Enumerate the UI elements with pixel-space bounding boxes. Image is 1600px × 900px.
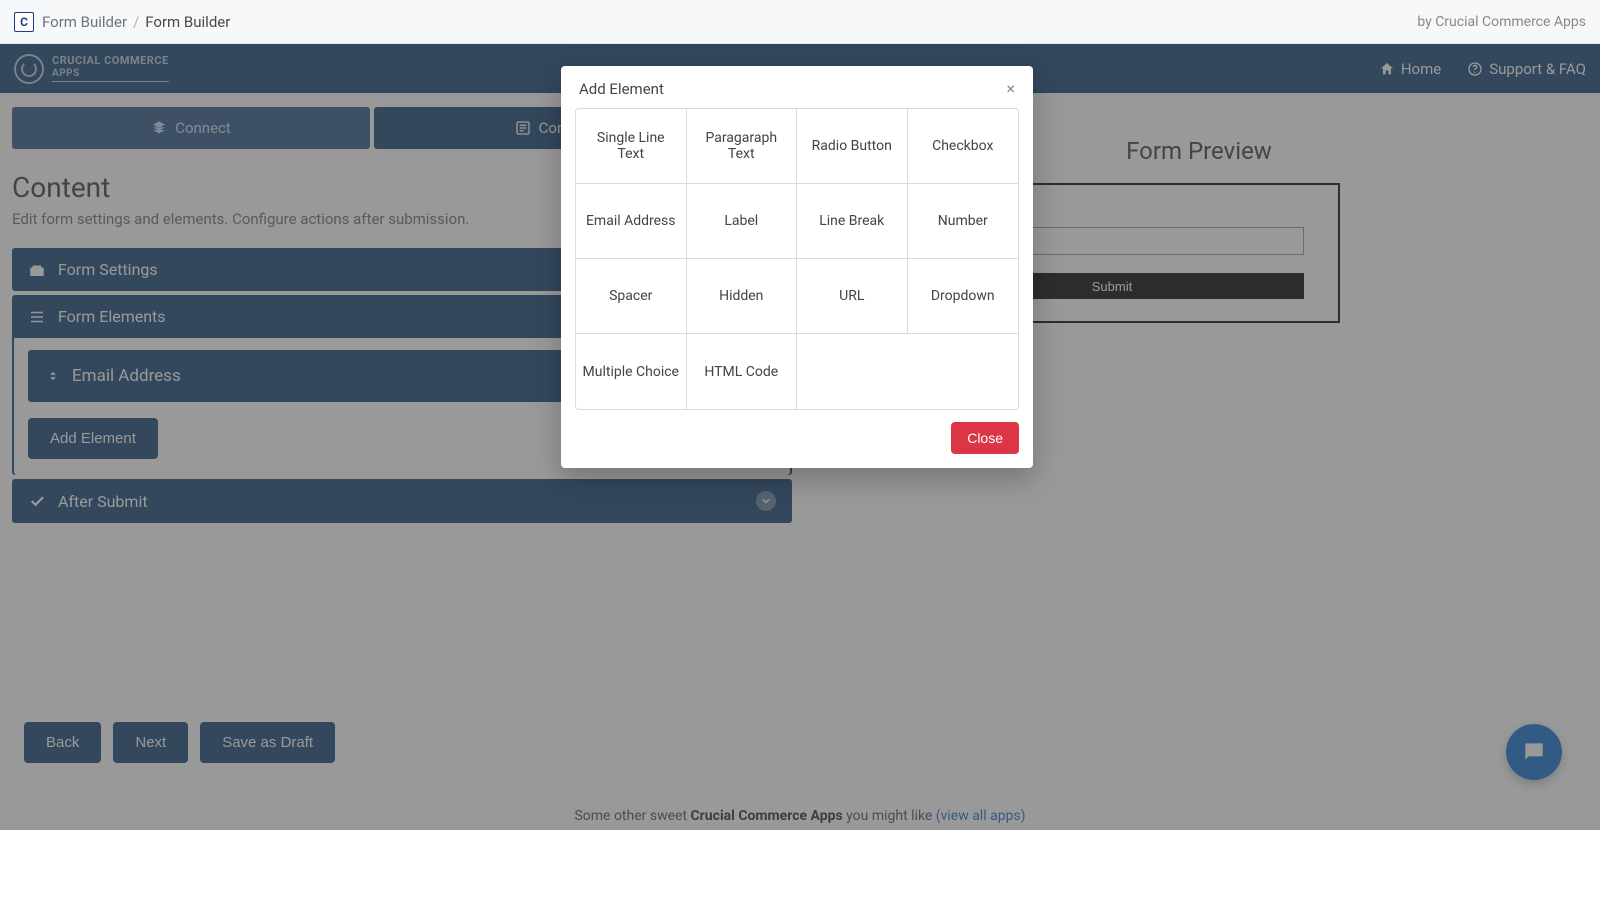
option-html-code[interactable]: HTML Code [687, 334, 798, 409]
modal-close-button[interactable]: Close [951, 422, 1019, 454]
breadcrumb-parent[interactable]: Form Builder [42, 13, 127, 31]
option-paragraph-text[interactable]: Paragaraph Text [687, 109, 798, 184]
option-hidden[interactable]: Hidden [687, 259, 798, 334]
option-radio-button[interactable]: Radio Button [797, 109, 908, 184]
option-multiple-choice[interactable]: Multiple Choice [576, 334, 687, 409]
modal-element-grid: Single Line Text Paragaraph Text Radio B… [575, 108, 1019, 410]
modal-title: Add Element [579, 80, 664, 98]
breadcrumb-current: Form Builder [145, 13, 230, 31]
option-single-line-text[interactable]: Single Line Text [576, 109, 687, 184]
breadcrumb-separator: / [133, 13, 139, 31]
option-empty-2 [908, 334, 1019, 409]
option-email-address[interactable]: Email Address [576, 184, 687, 259]
modal-footer: Close [561, 410, 1033, 454]
modal-header: Add Element × [561, 66, 1033, 108]
app-logo-icon [14, 12, 34, 32]
option-number[interactable]: Number [908, 184, 1019, 259]
option-url[interactable]: URL [797, 259, 908, 334]
option-line-break[interactable]: Line Break [797, 184, 908, 259]
add-element-modal: Add Element × Single Line Text Paragarap… [561, 66, 1033, 468]
option-checkbox[interactable]: Checkbox [908, 109, 1019, 184]
attribution-text: by Crucial Commerce Apps [1417, 14, 1586, 30]
option-spacer[interactable]: Spacer [576, 259, 687, 334]
modal-close-x[interactable]: × [1006, 81, 1015, 97]
option-empty-1 [797, 334, 908, 409]
option-label[interactable]: Label [687, 184, 798, 259]
breadcrumb-bar: Form Builder / Form Builder by Crucial C… [0, 0, 1600, 44]
option-dropdown[interactable]: Dropdown [908, 259, 1019, 334]
